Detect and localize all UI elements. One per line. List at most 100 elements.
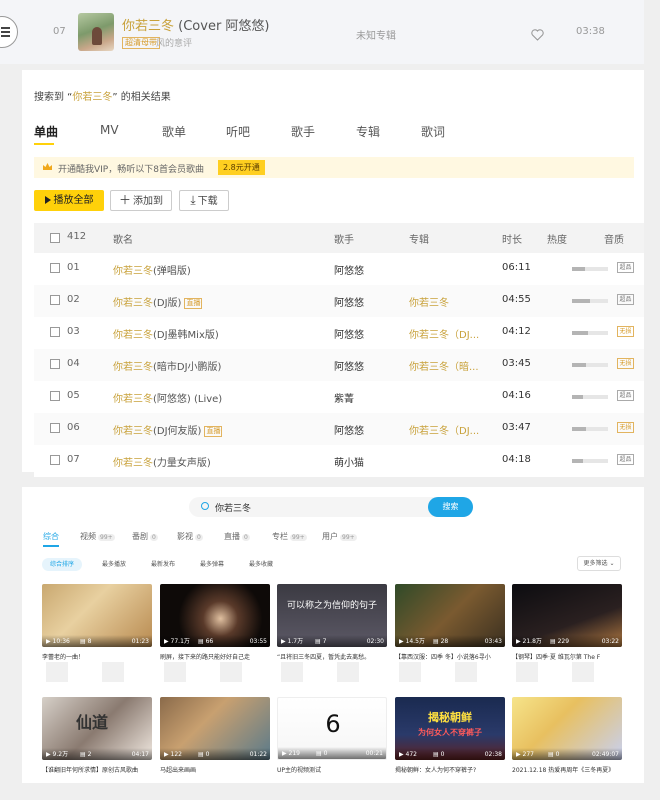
menu-icon[interactable] [0,16,18,48]
row-checkbox[interactable] [50,359,60,369]
video-thumbnail[interactable]: ▶ 77.1万 ▤ 66 03:55 [160,584,270,647]
video-card[interactable]: ▶ 14.5万 ▤ 28 03:43 【靠西汉服：四季 冬】小说落6寻小 [395,584,505,662]
tab-tingba[interactable]: 听吧 [226,123,250,140]
row-checkbox[interactable] [50,327,60,337]
now-playing-artist[interactable]: 风的意评 [156,36,192,49]
song-title[interactable]: 你若三冬(DJ版) 直播 [113,294,203,309]
video-title[interactable]: “且将旧三冬四夏，暂凭此去离愁。 [277,653,387,662]
table-row[interactable]: 01 你若三冬(弹唱版) 阿悠悠 06:11 超品 [34,253,644,285]
video-card[interactable]: ▶ 122 ▤ 0 01:22 马超出来画画 [160,697,270,775]
select-all-checkbox[interactable] [50,233,60,243]
song-title[interactable]: 你若三冬(DJ墨韩Mix版) [113,326,219,341]
uploader-avatar[interactable] [281,662,303,682]
video-thumbnail[interactable]: ▶ 21.8万 ▤ 229 03:22 [512,584,622,647]
uploader-avatar[interactable] [46,662,68,682]
tab-artist[interactable]: 歌手 [291,123,315,140]
tab-mv[interactable]: MV [100,123,119,137]
row-checkbox[interactable] [50,455,60,465]
video-title[interactable]: 2021.12.18 热爱再周年《三冬再夏》 [512,766,622,775]
video-title[interactable]: 【钢琴】四季·夏 维瓦尔第 The F [512,653,622,662]
heart-icon[interactable] [531,26,544,45]
row-checkbox[interactable] [50,295,60,305]
song-album[interactable]: 你若三冬（DJ... [409,326,479,341]
tab-playlist[interactable]: 歌单 [162,123,186,140]
video-title[interactable]: 【谁翻旧年何所求情】原创古风歌曲 [42,766,152,775]
more-filter-button[interactable]: 更多筛选 ⌄ [577,556,621,571]
video-thumbnail[interactable]: 可以称之为信仰的句子 ▶ 1.7万 ▤ 7 02:30 [277,584,387,647]
video-card[interactable]: 仙道 ▶ 9.2万 ▤ 2 04:17 【谁翻旧年何所求情】原创古风歌曲 [42,697,152,775]
video-search-input[interactable]: 你若三冬 [215,501,251,514]
song-title[interactable]: 你若三冬(阿悠悠) (Live) [113,390,222,405]
table-row[interactable]: 03 你若三冬(DJ墨韩Mix版) 阿悠悠 你若三冬（DJ... 04:12 无损 [34,317,644,349]
video-thumbnail[interactable]: ▶ 14.5万 ▤ 28 03:43 [395,584,505,647]
category-tab[interactable]: 视频 99+ [80,531,115,542]
uploader-avatar[interactable] [220,662,242,682]
tab-album[interactable]: 专辑 [356,123,380,140]
video-thumbnail[interactable]: ▶ 10:36 ▤ 8 01:23 [42,584,152,647]
video-title[interactable]: 刷屏，接下来的路只能好好自己走 [160,653,270,662]
now-playing-row[interactable]: 07 你若三冬 (Cover 阿悠悠) 超清母带 风的意评 未知专辑 03:38 [0,0,644,64]
song-artist[interactable]: 萌小猫 [334,454,364,469]
tab-single[interactable]: 单曲 [34,123,58,140]
song-artist[interactable]: 紫菁 [334,390,354,405]
download-button[interactable]: ⤓ 下载 [179,190,229,211]
song-album[interactable]: 你若三冬 [409,294,449,309]
uploader-avatar[interactable] [572,662,594,682]
song-title[interactable]: 你若三冬(弹唱版) [113,262,191,277]
category-tab[interactable]: 用户 99+ [322,531,357,542]
video-card[interactable]: ▶ 277 ▤ 0 02:49:07 2021.12.18 热爱再周年《三冬再夏》 [512,697,622,775]
video-card[interactable]: ▶ 77.1万 ▤ 66 03:55 刷屏，接下来的路只能好好自己走 [160,584,270,662]
play-all-button[interactable]: 播放全部 [34,190,104,211]
song-artist[interactable]: 阿悠悠 [334,262,364,277]
sort-filter[interactable]: 最多播放 [94,558,134,571]
video-thumbnail[interactable]: 6 ▶ 219 ▤ 0 00:21 [277,697,387,760]
category-tab[interactable]: 影视 0 [177,531,203,542]
video-card[interactable]: ▶ 21.8万 ▤ 229 03:22 【钢琴】四季·夏 维瓦尔第 The F [512,584,622,662]
now-playing-cover[interactable] [78,13,114,51]
video-thumbnail[interactable]: 揭秘朝鲜 为何女人不穿裤子 ▶ 472 ▤ 0 02:38 [395,697,505,760]
video-title[interactable]: 李蕾老的一曲！ [42,653,152,662]
add-to-button[interactable]: ＋添加到 [110,190,172,211]
table-row[interactable]: 04 你若三冬(暗市DJ小鹏版) 阿悠悠 你若三冬（暗... 03:45 无损 [34,349,644,381]
row-checkbox[interactable] [50,391,60,401]
sort-filter[interactable]: 最新发布 [143,558,183,571]
video-thumbnail[interactable]: ▶ 277 ▤ 0 02:49:07 [512,697,622,760]
song-artist[interactable]: 阿悠悠 [334,326,364,341]
video-title[interactable]: 【靠西汉服：四季 冬】小说落6寻小 [395,653,505,662]
song-artist[interactable]: 阿悠悠 [334,294,364,309]
video-title[interactable]: 揭秘朝鲜：女人为何不穿裤子? [395,766,505,775]
category-tab[interactable]: 专栏 99+ [272,531,307,542]
uploader-avatar[interactable] [337,662,359,682]
song-artist[interactable]: 阿悠悠 [334,422,364,437]
song-title[interactable]: 你若三冬(力量女声版) [113,454,211,469]
uploader-avatar[interactable] [399,662,421,682]
row-checkbox[interactable] [50,263,60,273]
category-tab[interactable]: 直播 0 [224,531,250,542]
table-row[interactable]: 02 你若三冬(DJ版) 直播 阿悠悠 你若三冬 04:55 超品 [34,285,644,317]
video-title[interactable]: UP主的视频测试 [277,766,387,775]
song-artist[interactable]: 阿悠悠 [334,358,364,373]
table-row[interactable]: 05 你若三冬(阿悠悠) (Live) 紫菁 04:16 超品 [34,381,644,413]
category-tab[interactable]: 番剧 0 [132,531,158,542]
vip-open-button[interactable]: 2.8元开通 [218,160,265,175]
sort-filter[interactable]: 最多弹幕 [192,558,232,571]
now-playing-album[interactable]: 未知专辑 [356,27,396,42]
table-row[interactable]: 07 你若三冬(力量女声版) 萌小猫 04:18 超品 [34,445,644,477]
song-album[interactable]: 你若三冬（暗... [409,358,479,373]
video-title[interactable]: 马超出来画画 [160,766,270,775]
category-tab[interactable]: 综合 [43,531,59,542]
song-album[interactable]: 你若三冬（DJ... [409,422,479,437]
video-search-button[interactable]: 搜索 [428,497,473,517]
video-thumbnail[interactable]: 仙道 ▶ 9.2万 ▤ 2 04:17 [42,697,152,760]
video-thumbnail[interactable]: ▶ 122 ▤ 0 01:22 [160,697,270,760]
sort-filter[interactable]: 综合排序 [42,558,83,571]
uploader-avatar[interactable] [455,662,477,682]
tab-lyrics[interactable]: 歌词 [421,123,445,140]
uploader-avatar[interactable] [516,662,538,682]
table-row[interactable]: 06 你若三冬(DJ何友版) 直播 阿悠悠 你若三冬（DJ... 03:47 无损 [34,413,644,445]
song-title[interactable]: 你若三冬(暗市DJ小鹏版) [113,358,221,373]
uploader-avatar[interactable] [102,662,124,682]
video-card[interactable]: 可以称之为信仰的句子 ▶ 1.7万 ▤ 7 02:30 “且将旧三冬四夏，暂凭此去离愁。 [277,584,387,662]
video-card[interactable]: 6 ▶ 219 ▤ 0 00:21 UP主的视频测试 [277,697,387,775]
song-title[interactable]: 你若三冬(DJ何友版) 直播 [113,422,223,437]
